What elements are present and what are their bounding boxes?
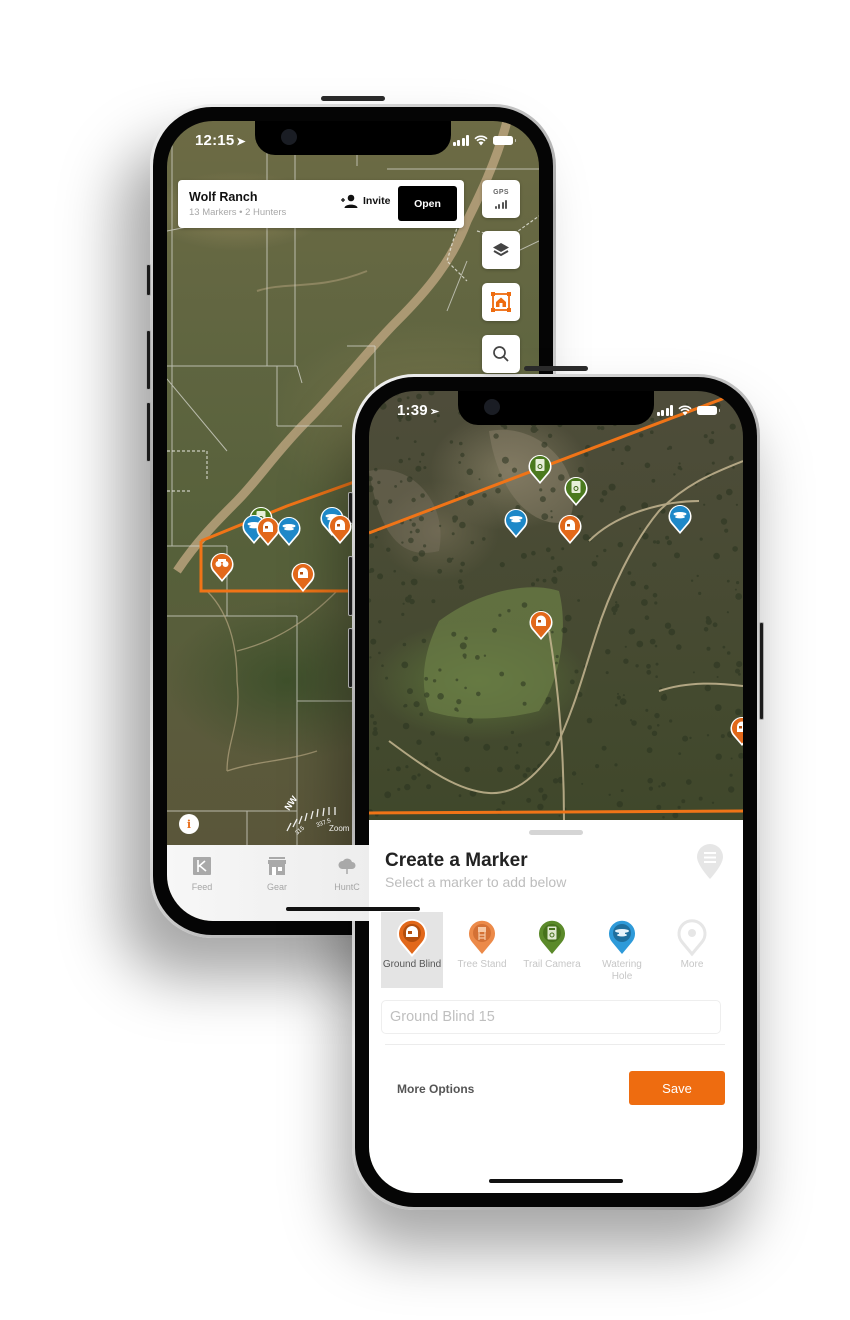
tab-gear-label: Gear xyxy=(266,882,287,892)
divider xyxy=(385,1044,725,1045)
sheet-subtitle: Select a marker to add below xyxy=(385,874,567,890)
marker-option-label: Tree Stand xyxy=(457,959,507,970)
compass-tick-315: 315 xyxy=(294,825,306,836)
add-person-icon xyxy=(341,194,358,208)
feed-icon xyxy=(193,857,211,875)
cloud-icon xyxy=(338,858,356,874)
invite-button[interactable]: Invite xyxy=(340,194,390,208)
create-marker-sheet: Create a Marker Select a marker to add b… xyxy=(369,820,743,1193)
more-options-link[interactable]: More Options xyxy=(397,1082,474,1096)
front-screen: 1:39 ➢ Create a Marker Select a marker to… xyxy=(369,391,743,1193)
front-camera xyxy=(484,399,500,415)
gps-button[interactable]: GPS xyxy=(482,180,520,218)
ground-blind-marker[interactable] xyxy=(528,609,554,641)
marker-type-row: Ground Blind Tree Stand Trail Camera Wat… xyxy=(381,912,731,988)
marker-option-ground-blind[interactable]: Ground Blind xyxy=(381,912,443,988)
zoom-label: Zoom xyxy=(329,824,350,833)
volume-up-button xyxy=(146,330,151,390)
ground-blind-marker[interactable] xyxy=(290,561,316,593)
search-icon xyxy=(493,346,509,362)
property-boundary-icon xyxy=(491,292,511,312)
wifi-icon xyxy=(474,135,488,146)
battery-icon xyxy=(493,136,516,145)
tab-feed[interactable]: Feed xyxy=(172,857,232,892)
speaker-grille xyxy=(524,366,588,371)
tab-feed-label: Feed xyxy=(191,882,213,892)
marker-option-tree-stand[interactable]: Tree Stand xyxy=(451,912,513,988)
gps-label: GPS xyxy=(493,189,509,196)
front-volume-up xyxy=(348,556,353,616)
search-button[interactable] xyxy=(482,335,520,373)
ranch-title: Wolf Ranch xyxy=(189,190,258,204)
ranch-subtitle: 13 Markers • 2 Hunters xyxy=(189,207,287,218)
front-volume-down xyxy=(348,628,353,688)
marker-option-label: More xyxy=(680,959,704,970)
watering-hole-marker[interactable] xyxy=(667,503,693,535)
open-button[interactable]: Open xyxy=(398,186,457,221)
watering-hole-pin-icon xyxy=(609,920,635,954)
ground-blind-marker[interactable] xyxy=(327,513,353,545)
info-button[interactable]: i xyxy=(179,814,199,834)
location-arrow-icon: ➤ xyxy=(236,136,246,148)
battery-icon xyxy=(697,406,720,415)
compass-heading: NW xyxy=(282,794,299,812)
action-button xyxy=(146,264,151,296)
marker-option-label: Watering Hole xyxy=(602,959,642,982)
layers-button[interactable] xyxy=(482,231,520,269)
sheet-title: Create a Marker xyxy=(385,850,528,871)
trail-camera-marker[interactable] xyxy=(527,453,553,485)
notch xyxy=(255,121,451,155)
marker-name-input[interactable] xyxy=(381,1000,721,1034)
wifi-icon xyxy=(678,405,692,416)
offscreen-marker[interactable] xyxy=(729,715,743,747)
store-icon xyxy=(268,857,286,875)
trail-camera-pin-icon xyxy=(539,920,565,954)
marker-option-watering-hole[interactable]: Watering Hole xyxy=(591,912,653,988)
marker-option-label: Ground Blind xyxy=(382,959,442,970)
tab-huntcast[interactable]: HuntC xyxy=(317,857,377,892)
observation-marker[interactable] xyxy=(209,551,235,583)
status-time: 12:15 ➤ xyxy=(195,132,246,149)
status-time: 1:39 ➢ xyxy=(397,402,440,419)
marker-list-icon[interactable] xyxy=(695,844,725,880)
cellular-signal-icon xyxy=(452,135,469,146)
gps-signal-icon xyxy=(494,198,508,209)
watering-hole-marker[interactable] xyxy=(503,507,529,539)
power-button xyxy=(759,622,764,720)
marker-option-label: Trail Camera xyxy=(523,959,581,970)
tab-huntcast-label: HuntC xyxy=(334,882,360,892)
marker-option-trail-camera[interactable]: Trail Camera xyxy=(521,912,583,988)
location-arrow-icon: ➢ xyxy=(429,406,440,418)
sheet-grabber[interactable] xyxy=(529,830,583,835)
more-pin-icon xyxy=(677,919,707,957)
home-indicator xyxy=(286,906,420,911)
ground-blind-marker[interactable] xyxy=(557,513,583,545)
save-button[interactable]: Save xyxy=(629,1071,725,1105)
marker-option-more[interactable]: More xyxy=(661,912,723,988)
invite-label: Invite xyxy=(363,195,391,207)
trail-camera-marker[interactable] xyxy=(563,475,589,507)
property-boundary-button[interactable] xyxy=(482,283,520,321)
volume-down-button xyxy=(146,402,151,462)
notch xyxy=(458,391,654,425)
watering-hole-marker[interactable] xyxy=(276,515,302,547)
speaker-grille xyxy=(321,96,385,101)
front-camera xyxy=(281,129,297,145)
phone-front: 1:39 ➢ Create a Marker Select a marker to… xyxy=(348,366,764,1210)
ranch-card[interactable]: Wolf Ranch 13 Markers • 2 Hunters Invite… xyxy=(178,180,464,228)
cellular-signal-icon xyxy=(656,405,673,416)
layers-icon xyxy=(493,243,509,257)
tab-gear[interactable]: Gear xyxy=(247,857,307,892)
ground-blind-pin-icon xyxy=(397,919,427,957)
tree-stand-pin-icon xyxy=(469,920,495,954)
home-indicator xyxy=(489,1178,623,1183)
